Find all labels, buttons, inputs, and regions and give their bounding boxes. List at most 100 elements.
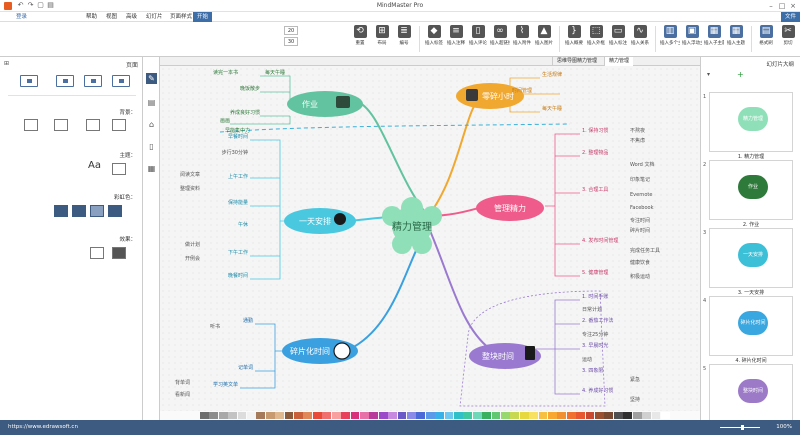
color-swatch[interactable] [294, 412, 303, 419]
subtopic-d4[interactable]: 午休 [238, 221, 248, 228]
summary-button[interactable]: } 插入概要 [564, 25, 584, 53]
subtopic-m4b[interactable]: 碎片时间 [630, 227, 650, 234]
color-swatch[interactable] [303, 412, 313, 419]
branch-fragment[interactable]: 碎片化时间 [282, 338, 358, 364]
color-swatch[interactable] [463, 412, 473, 419]
color-swatch[interactable] [566, 412, 576, 419]
color-swatch[interactable] [425, 412, 435, 419]
subtopic-d6[interactable]: 晚餐时间 [228, 272, 248, 279]
subtopic-d3[interactable]: 保持能量 [228, 199, 248, 206]
subtopic-d1[interactable]: 早餐时间 [228, 133, 248, 140]
tab-page-style[interactable]: 页面样式 [166, 12, 196, 22]
comment-button[interactable]: ▯ 插入评论 [468, 25, 488, 53]
effect-option-2[interactable] [90, 247, 104, 259]
close-button[interactable]: × [788, 1, 798, 11]
add-slide-icon[interactable]: + [737, 70, 744, 79]
maximize-button[interactable]: □ [777, 1, 787, 11]
color-swatch[interactable] [209, 412, 219, 419]
color-swatch[interactable] [491, 412, 501, 419]
subtopic-spare2[interactable]: 时间管理 [512, 87, 532, 94]
home-icon[interactable]: ⌂ [146, 119, 157, 130]
color-swatch[interactable] [651, 412, 661, 419]
color-swatch[interactable] [359, 412, 369, 419]
mindmap-canvas[interactable]: 精力管理 作业 零碎小时 管理精力 一天安排 碎片化时间 整块时间 读完一本书 … [160, 66, 700, 411]
subtopic-f3[interactable]: 学习英文单 [213, 381, 238, 388]
subtopic-m1b[interactable]: 不焦虑 [630, 137, 645, 144]
subtopic-b2a[interactable]: 专注25分钟 [582, 331, 608, 338]
tab-slides[interactable]: 幻灯片 [142, 12, 167, 22]
doc-tab-2[interactable]: 思维导图精力管理 [552, 57, 601, 66]
rainbow-option-2[interactable] [90, 205, 104, 217]
subtopic-m5b[interactable]: 积极运动 [630, 273, 650, 280]
color-swatch[interactable] [576, 412, 586, 419]
attachment-button[interactable]: ⌇ 插入附件 [512, 25, 532, 53]
subtopic-f3a[interactable]: 背单词 [175, 379, 190, 386]
float-topic-button[interactable]: ▣ 插入浮动主题 [682, 25, 702, 53]
slide-menu-icon[interactable]: ▾ [707, 71, 710, 78]
login-link[interactable]: 登录 [12, 12, 31, 22]
branch-manage[interactable]: 管理精力 [476, 195, 544, 221]
color-swatch[interactable] [444, 412, 454, 419]
clip-icon[interactable]: ▯ [146, 141, 157, 152]
layout-button[interactable]: ⊞ 布局 [372, 25, 392, 53]
rainbow-option-3[interactable] [72, 205, 86, 217]
website-link[interactable]: https://www.edrawsoft.cn [8, 424, 78, 430]
subtopic-m3d[interactable]: Facebook [630, 205, 654, 211]
slide-thumbnail[interactable]: 整块时间 [709, 364, 793, 424]
boundary-button[interactable]: ⬚ 插入外框 [586, 25, 606, 53]
subtopic-work3[interactable]: 晚饭散步 [240, 85, 260, 92]
color-swatch[interactable] [529, 412, 539, 419]
color-swatch[interactable] [218, 412, 228, 419]
subtopic-work4[interactable]: 养成良好习惯 [230, 109, 260, 116]
color-swatch[interactable] [275, 412, 285, 419]
subtopic-m5[interactable]: 5. 健康管理 [582, 269, 608, 276]
subtopic-b5a[interactable]: 坚持 [630, 396, 640, 403]
tab-view[interactable]: 视图 [102, 12, 121, 22]
subtopic-spare1[interactable]: 每天午睡 [542, 105, 562, 112]
color-swatch[interactable] [284, 412, 294, 419]
color-swatch[interactable] [341, 412, 350, 419]
color-swatch[interactable] [501, 412, 510, 419]
subtopic-d2[interactable]: 上午工作 [228, 173, 248, 180]
subtopic-spare3[interactable]: 生活规律 [542, 71, 562, 78]
spacing-input[interactable]: 20 [284, 26, 298, 35]
subtopic-f3b[interactable]: 看新闻 [175, 391, 190, 398]
color-swatch[interactable] [397, 412, 407, 419]
color-swatch[interactable] [472, 412, 482, 419]
subtopic-m2[interactable]: 2. 整理物品 [582, 149, 608, 156]
background-option-2[interactable] [86, 119, 100, 131]
doc-tab-1[interactable]: 精力管理 [604, 57, 634, 66]
layout-tree-icon[interactable] [56, 75, 74, 87]
layout-icon[interactable]: ▤ [146, 97, 157, 108]
color-swatch[interactable] [510, 412, 520, 419]
color-swatch[interactable] [642, 412, 651, 419]
color-swatch[interactable] [416, 412, 426, 419]
brush-button[interactable]: ▤ 格式刷 [756, 25, 776, 53]
layout-map-icon[interactable] [84, 75, 102, 87]
subtopic-work5[interactable]: 画画 [220, 118, 230, 124]
color-swatch[interactable] [482, 412, 491, 419]
subtopic-button[interactable]: ▦ 插入子主题 [704, 25, 724, 53]
subtopic-f1[interactable]: 通勤 [243, 317, 253, 324]
subtopic-m3c[interactable]: Evernote [630, 192, 652, 198]
subtopic-f1a[interactable]: 听书 [210, 323, 220, 330]
callout-button[interactable]: ▭ 插入标注 [608, 25, 628, 53]
subtopic-work1[interactable]: 早能集中力 [225, 127, 250, 134]
subtopic-f2[interactable]: 记单词 [238, 364, 253, 371]
subtopic-m5a[interactable]: 健康饮食 [630, 259, 650, 266]
slide-thumbnail[interactable]: 作业 [709, 160, 793, 220]
color-swatch[interactable] [548, 412, 557, 419]
color-swatch[interactable] [237, 412, 247, 419]
zoom-slider[interactable] [720, 427, 760, 428]
color-swatch[interactable] [369, 412, 379, 419]
color-swatch[interactable] [322, 412, 332, 419]
panel-pin-icon[interactable]: ⊞ [4, 60, 9, 67]
subtopic-spare1[interactable]: 每天午睡 [265, 69, 285, 76]
link-button[interactable]: ∞ 插入超链接 [490, 25, 510, 53]
subtopic-d2b[interactable]: 整理资料 [180, 185, 200, 192]
tab-help[interactable]: 帮助 [82, 12, 101, 22]
color-swatch[interactable] [228, 412, 238, 419]
subtopic-m1[interactable]: 1. 保持习惯 [582, 127, 608, 134]
subtopic-b3[interactable]: 3. 早晨时光 [582, 342, 608, 349]
color-swatch[interactable] [435, 412, 444, 419]
